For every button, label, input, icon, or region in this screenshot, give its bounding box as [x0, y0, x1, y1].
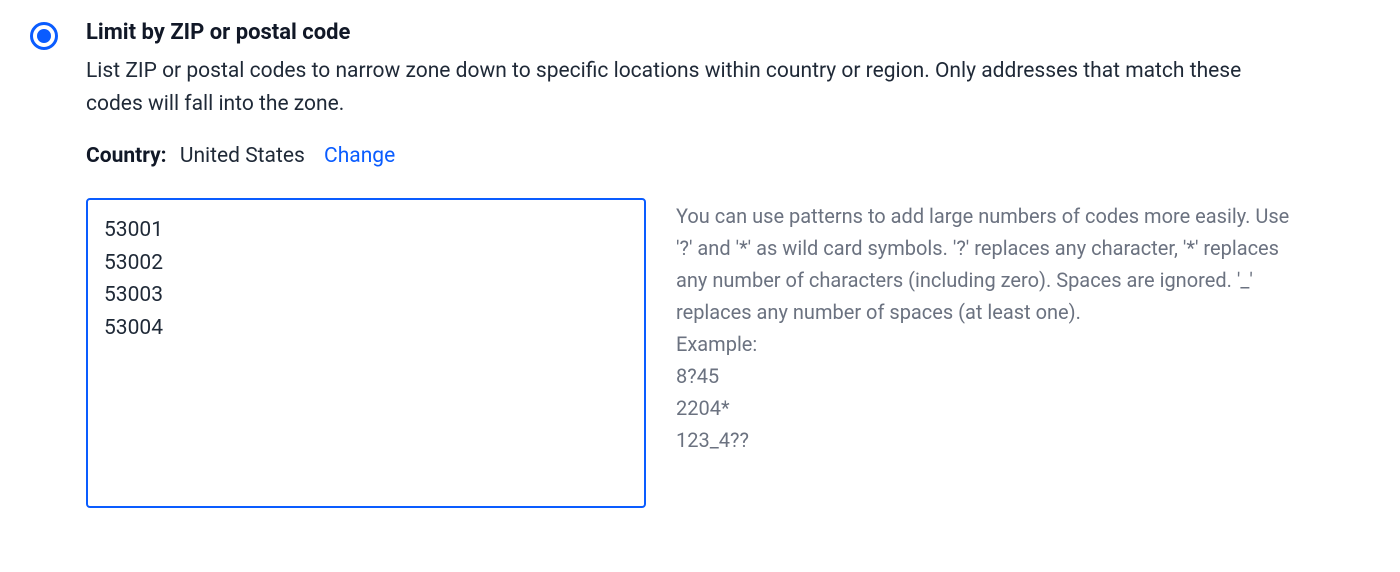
help-description: You can use patterns to add large number… [676, 200, 1296, 328]
radio-selected-icon [37, 29, 51, 43]
example-3: 123_4?? [676, 424, 1296, 456]
country-value: United States [180, 144, 305, 168]
limit-by-zip-radio[interactable] [30, 22, 58, 50]
zip-codes-textarea[interactable] [86, 198, 646, 508]
country-label: Country: [86, 144, 167, 168]
example-2: 2204* [676, 392, 1296, 424]
option-content: Limit by ZIP or postal code List ZIP or … [86, 20, 1370, 508]
example-label: Example: [676, 328, 1296, 360]
change-country-link[interactable]: Change [324, 144, 395, 168]
option-title: Limit by ZIP or postal code [86, 20, 1370, 45]
limit-by-zip-option: Limit by ZIP or postal code List ZIP or … [30, 20, 1370, 508]
help-text-block: You can use patterns to add large number… [676, 198, 1296, 456]
option-description: List ZIP or postal codes to narrow zone … [86, 55, 1286, 120]
country-line: Country: United States Change [86, 144, 1370, 168]
example-1: 8?45 [676, 360, 1296, 392]
codes-section: You can use patterns to add large number… [86, 198, 1370, 508]
